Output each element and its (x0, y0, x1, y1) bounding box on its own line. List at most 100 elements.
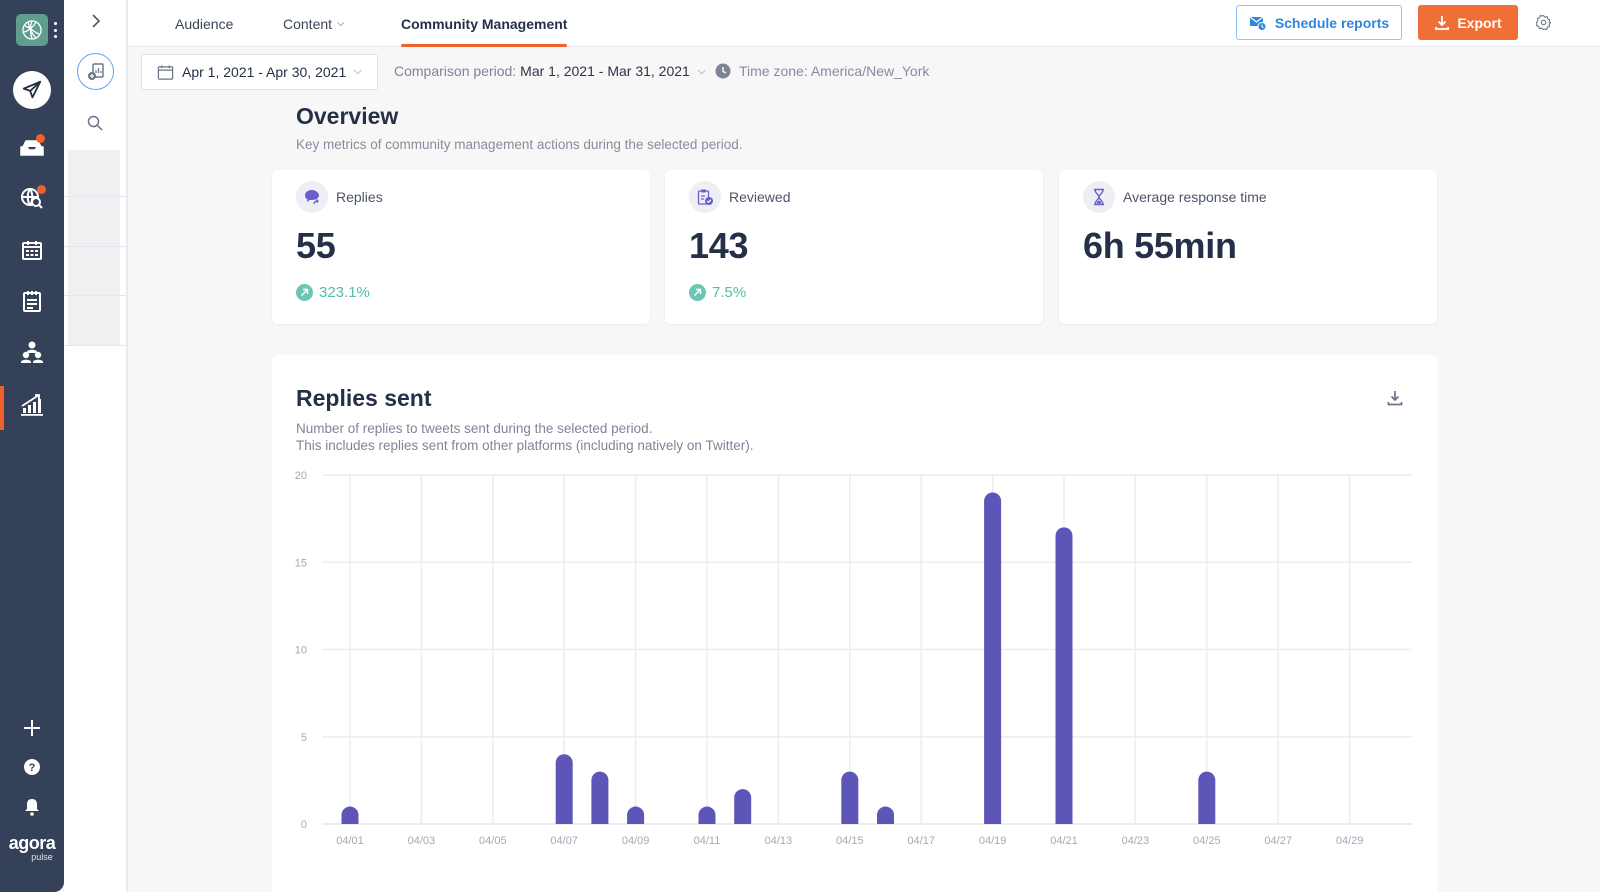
divider (64, 345, 126, 346)
nav-help-button[interactable]: ? (12, 747, 52, 787)
schedule-mail-icon (1249, 16, 1267, 31)
metric-label: Reviewed (729, 189, 791, 205)
bar-04-07 (555, 754, 573, 824)
x-tick-label: 04/09 (622, 835, 650, 847)
x-tick-label: 04/29 (1336, 835, 1364, 847)
nav-item-users[interactable] (12, 332, 52, 372)
x-tick-label: 04/25 (1193, 835, 1221, 847)
metric-label: Replies (336, 189, 383, 205)
overview-title: Overview (296, 103, 399, 129)
nav-notifications-button[interactable] (12, 787, 52, 827)
nav-item-reports[interactable] (12, 384, 52, 424)
comparison-period-selector[interactable]: Comparison period: Mar 1, 2021 - Mar 31,… (394, 63, 705, 79)
x-tick-label: 04/17 (907, 835, 935, 847)
brand-sub: pulse (31, 852, 53, 862)
metric-trend-value: 323.1% (319, 284, 370, 301)
x-tick-label: 04/01 (336, 835, 364, 847)
bar-04-08 (591, 771, 609, 824)
y-tick-label: 15 (295, 557, 307, 569)
metric-value: 55 (296, 225, 336, 266)
y-tick-label: 20 (295, 470, 307, 482)
chevron-down-icon: ⌵ (337, 18, 345, 29)
schedule-reports-button[interactable]: Schedule reports (1236, 5, 1402, 40)
search-reports-button[interactable] (84, 112, 106, 134)
active-nav-indicator (0, 386, 4, 430)
expand-sidebar-button[interactable] (86, 10, 106, 32)
x-tick-label: 04/05 (479, 835, 507, 847)
chat-reply-icon (296, 181, 328, 213)
inbox-notification-badge (36, 134, 45, 143)
tab-audience[interactable]: Audience (175, 0, 233, 47)
bar-04-21 (1055, 527, 1073, 824)
x-tick-label: 04/19 (979, 835, 1007, 847)
notepad-icon (23, 291, 41, 312)
users-icon (21, 341, 43, 363)
y-tick-label: 5 (301, 732, 307, 744)
metric-trend: 7.5% (689, 284, 746, 301)
x-tick-label: 04/13 (765, 835, 793, 847)
search-icon (87, 115, 103, 131)
y-tick-label: 0 (301, 819, 307, 831)
nav-item-listening[interactable] (12, 178, 52, 218)
settings-button[interactable] (1533, 12, 1553, 32)
calendar-icon (157, 64, 174, 81)
workspace-logo[interactable] (16, 14, 48, 46)
comparison-period-label: Comparison period: (394, 63, 517, 79)
x-tick-label: 04/03 (408, 835, 436, 847)
leaf-logo-icon (22, 20, 42, 40)
divider (64, 196, 126, 197)
tab-community-management-label: Community Management (401, 15, 568, 32)
plus-icon (24, 720, 40, 736)
bar-04-12 (734, 789, 752, 824)
divider (64, 246, 126, 247)
trend-up-icon (689, 284, 706, 301)
date-range-picker[interactable]: Apr 1, 2021 - Apr 30, 2021 ⌵ (141, 54, 378, 90)
y-tick-label: 10 (295, 645, 307, 657)
schedule-reports-label: Schedule reports (1274, 14, 1390, 31)
chevron-down-icon: ⌵ (353, 65, 362, 77)
help-icon: ? (24, 759, 40, 775)
metric-card-replies: Replies 55 323.1% (272, 170, 650, 324)
metric-value: 6h 55min (1083, 225, 1237, 266)
tab-audience-label: Audience (175, 15, 234, 32)
nav-item-publish[interactable] (13, 71, 51, 109)
workspace-menu-icon[interactable] (53, 22, 57, 38)
trend-up-icon (296, 284, 313, 301)
add-report-icon (87, 62, 104, 80)
divider (64, 295, 126, 296)
bell-icon (25, 799, 39, 816)
tab-content-label: Content (283, 15, 333, 32)
svg-text:?: ? (29, 762, 36, 774)
nav-item-calendar[interactable] (12, 230, 52, 270)
metric-value: 143 (689, 225, 749, 266)
clipboard-check-icon (689, 181, 721, 213)
x-tick-label: 04/27 (1264, 835, 1292, 847)
chart-icon (21, 394, 43, 416)
clock-icon (715, 63, 731, 79)
comparison-period-value: Mar 1, 2021 - Mar 31, 2021 (520, 63, 690, 79)
x-tick-label: 04/11 (694, 835, 721, 847)
x-tick-label: 04/21 (1050, 835, 1078, 847)
hourglass-icon (1083, 181, 1115, 213)
replies-sent-chart: 0 5 10 15 20 04/01 04/03 04/05 04/07 04/09 04/11 04… (295, 470, 1412, 847)
nav-item-notes[interactable] (12, 281, 52, 321)
tab-content[interactable]: Content ⌵ (283, 0, 345, 47)
main-nav: ? agora pulse (0, 0, 64, 892)
metric-card-reviewed: Reviewed 143 7.5% (665, 170, 1043, 324)
nav-item-inbox[interactable] (12, 126, 52, 166)
nav-add-button[interactable] (12, 708, 52, 748)
add-report-button[interactable] (77, 53, 114, 90)
bar-04-19 (984, 492, 1002, 824)
bar-04-01 (341, 806, 359, 824)
metric-trend: 323.1% (296, 284, 370, 301)
bar-04-16 (877, 806, 894, 824)
x-tick-label: 04/15 (836, 835, 864, 847)
gear-icon (1535, 14, 1551, 30)
bar-04-25 (1198, 771, 1216, 824)
export-button[interactable]: Export (1418, 5, 1518, 40)
chevron-down-icon: ⌵ (697, 65, 706, 77)
timezone-info: Time zone: America/New_York (715, 63, 929, 79)
tab-community-management[interactable]: Community Management (401, 0, 568, 47)
listening-notification-badge (37, 185, 46, 194)
report-header: Audience Content ⌵ Community Management S… (128, 0, 1600, 47)
